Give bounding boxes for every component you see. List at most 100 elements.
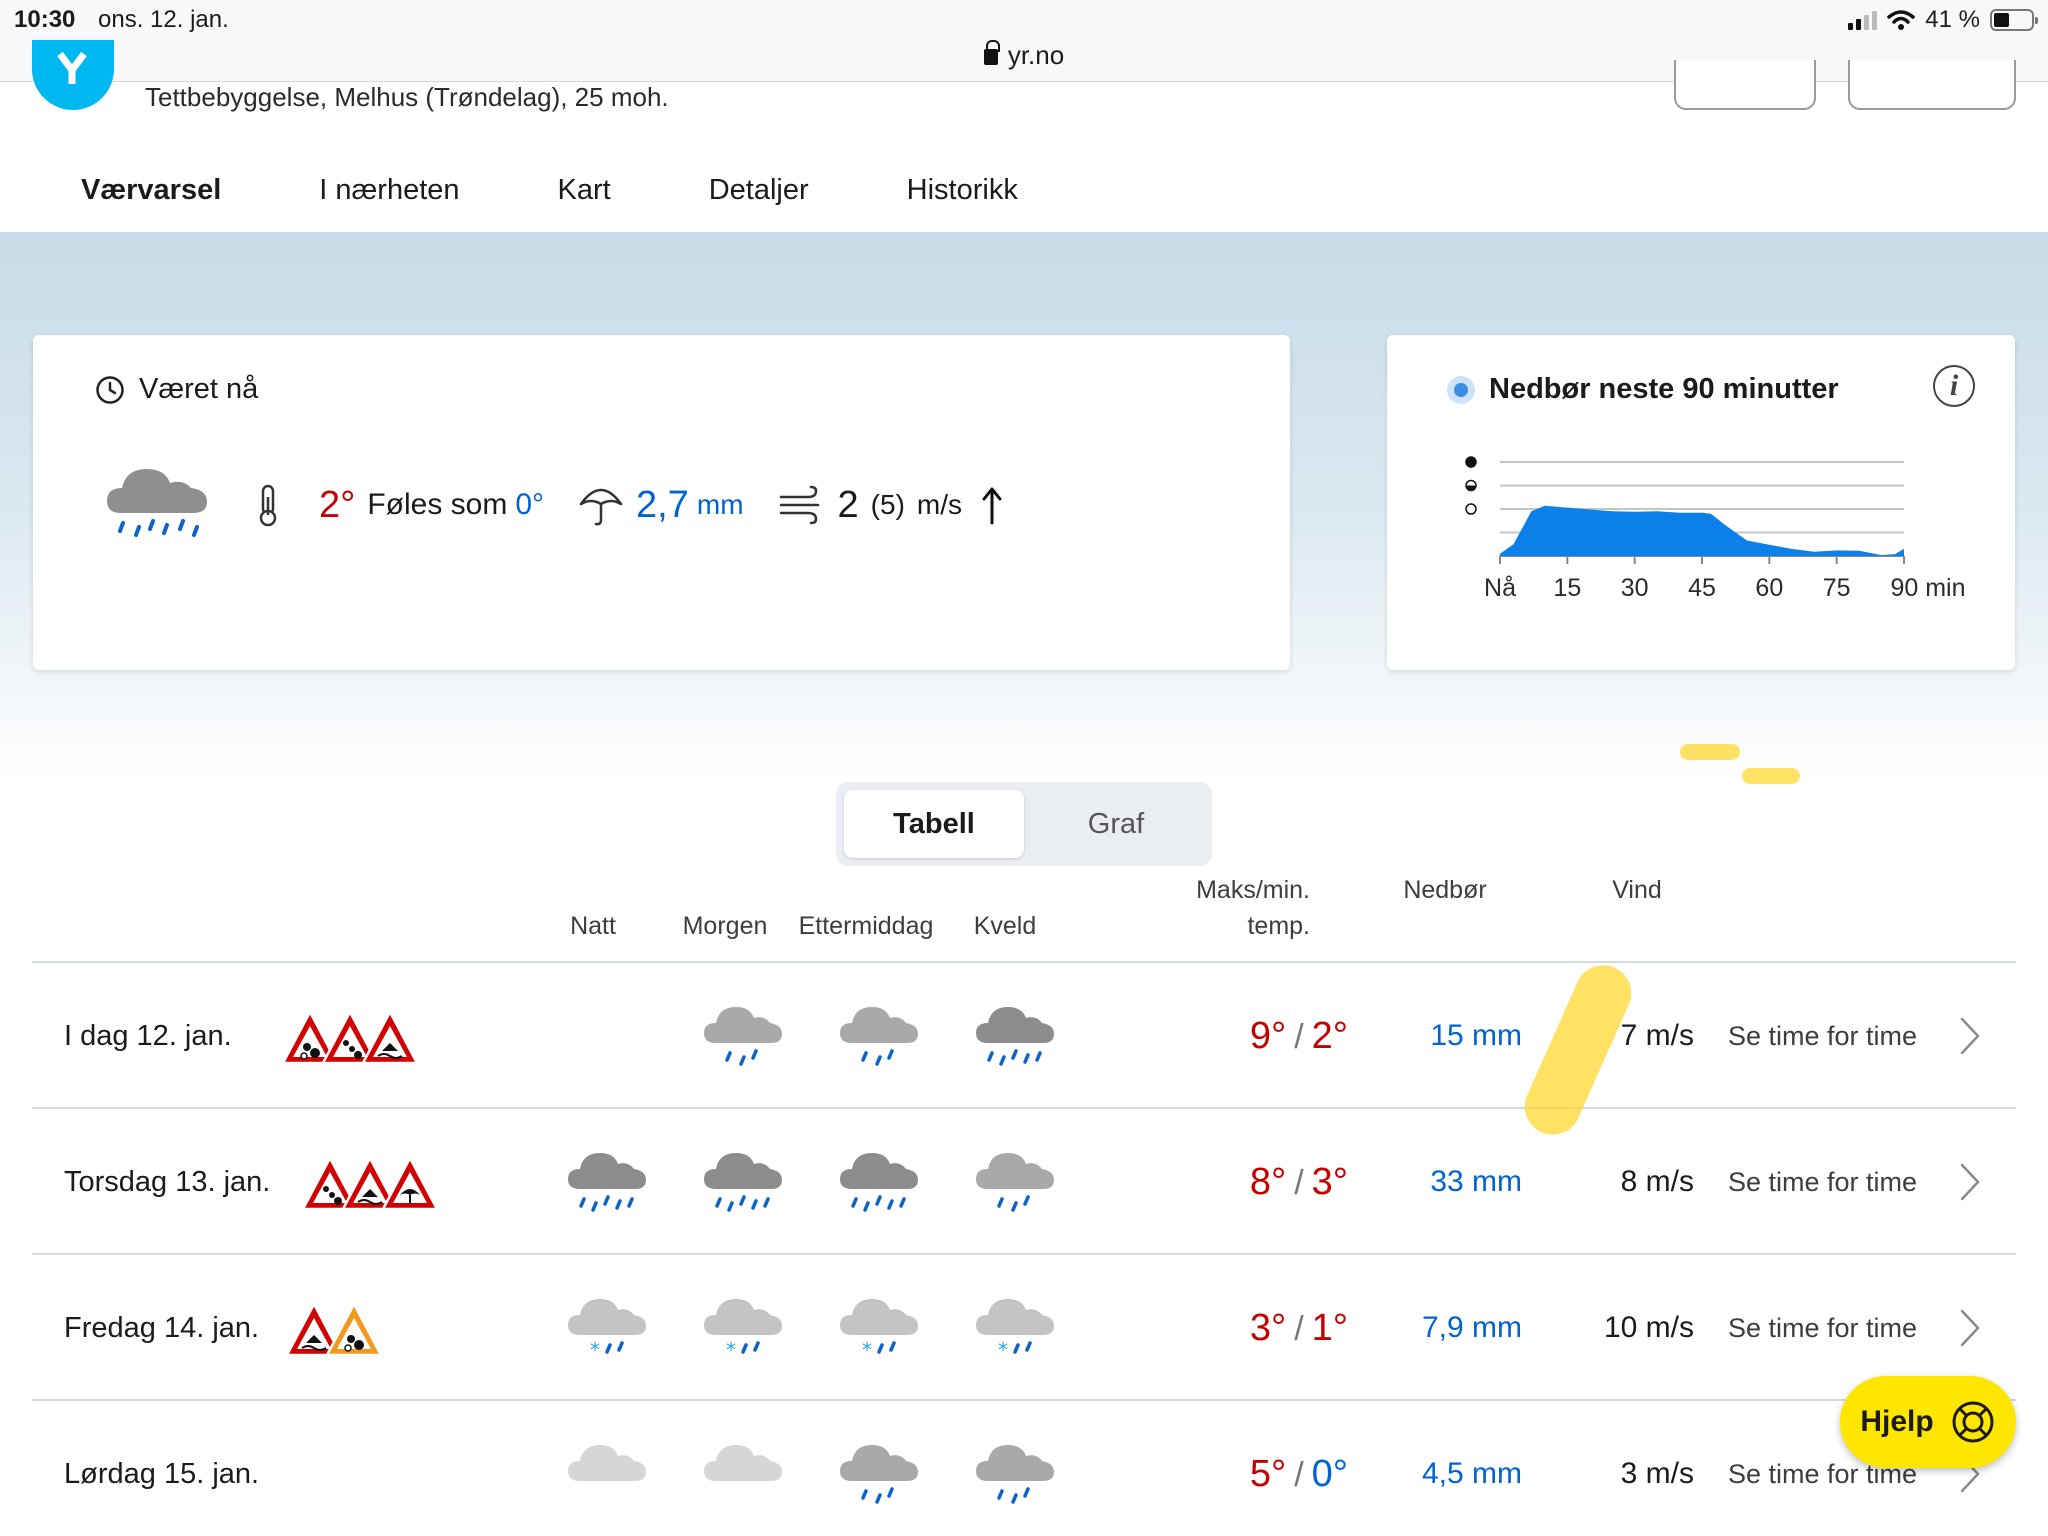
min-temp: 0° <box>1311 1453 1348 1495</box>
warning-icons[interactable] <box>284 1301 384 1361</box>
light-rain-icon <box>834 1437 924 1517</box>
forecast-row[interactable]: Lørdag 15. jan. 5°/0° 4,5 mm 3 m/s Se time f… <box>32 1399 2016 1536</box>
wind-icon <box>779 485 819 525</box>
hourly-link[interactable]: Se time for time <box>1728 963 1917 1109</box>
forecast-row[interactable]: Fredag 14. jan. * * * * 3°/1° 7,9 mm 10 m/s Se t… <box>32 1253 2016 1399</box>
landslide-warning-icon <box>325 1302 383 1357</box>
precipitation-amount: 4,5 mm <box>1421 1457 1522 1490</box>
day-label: Fredag 14. jan. <box>64 1312 260 1344</box>
toggle-graf[interactable]: Graf <box>1028 790 1204 858</box>
header-button-edit[interactable] <box>1674 60 1816 110</box>
cloud-icon <box>562 1437 652 1517</box>
wind-speed: 8 m/s <box>1620 1165 1694 1198</box>
temp-separator: / <box>1294 1018 1304 1056</box>
lock-icon <box>983 40 1000 65</box>
heavy-rain-cloud-icon <box>107 469 207 537</box>
forecast-row[interactable]: I dag 12. jan. 9°/2° 15 mm 7 m/s Se time for… <box>32 961 2016 1107</box>
current-weather-card: Været nå 2° Føles som 0° 2,7 mm 2 (5) m/… <box>33 335 1290 670</box>
yr-logo[interactable] <box>32 40 114 110</box>
max-min-temp: 5°/0° <box>1088 1401 1348 1536</box>
x-tick-label: 30 <box>1621 574 1649 602</box>
light-rain-icon <box>698 999 788 1079</box>
precipitation-unit: mm <box>696 489 744 520</box>
status-time: 10:30 <box>14 6 76 33</box>
drop-moderate-icon <box>1465 479 1477 492</box>
col-header-ettermiddag: Ettermiddag <box>798 912 934 940</box>
max-min-temp: 3°/1° <box>1088 1255 1348 1401</box>
cellular-signal-icon <box>1848 10 1878 30</box>
help-label: Hjelp <box>1860 1405 1934 1438</box>
x-tick-label: 75 <box>1823 574 1851 602</box>
wind-speed: 2 <box>837 483 859 526</box>
min-temp: 1° <box>1311 1307 1348 1349</box>
status-date: ons. 12. jan. <box>98 6 229 33</box>
sleet-icon: * <box>562 1291 652 1371</box>
x-tick-label: 45 <box>1688 574 1716 602</box>
address-url: yr.no <box>1007 40 1065 70</box>
max-temp: 8° <box>1249 1161 1287 1203</box>
temp-separator: / <box>1294 1310 1304 1348</box>
feels-like-value: 0° <box>515 488 545 521</box>
min-temp: 2° <box>1311 1015 1348 1057</box>
tab-historikk[interactable]: Historikk <box>858 150 1067 238</box>
forecast-row[interactable]: Torsdag 13. jan. 8°/3° 33 mm 8 m/s Se time f… <box>32 1107 2016 1253</box>
chevron-right-icon[interactable] <box>1954 1305 1984 1351</box>
tab-i-naerheten[interactable]: I nærheten <box>270 150 508 238</box>
drop-heavy-icon <box>1465 456 1477 468</box>
wind-unit: m/s <box>916 489 963 520</box>
highlighter-mark <box>1742 768 1800 784</box>
heavy-rain-icon <box>834 1145 924 1225</box>
precipitation-area <box>1500 505 1904 556</box>
nowcast-chart: Nå 15 30 45 60 75 90 min <box>1465 456 1966 602</box>
day-label: Torsdag 13. jan. <box>64 1166 271 1198</box>
light-rain-icon <box>970 1437 1060 1517</box>
precipitation-amount: 7,9 mm <box>1421 1311 1522 1344</box>
help-button[interactable]: Hjelp <box>1840 1376 2016 1468</box>
max-temp: 9° <box>1249 1015 1287 1057</box>
warning-icons[interactable] <box>300 1155 440 1215</box>
day-label: Lørdag 15. jan. <box>64 1458 260 1490</box>
svg-text:*: * <box>590 1338 600 1362</box>
x-tick-label: 15 <box>1553 574 1581 602</box>
warning-icons[interactable] <box>280 1009 420 1069</box>
empty-period <box>562 999 652 1079</box>
header-button-more[interactable] <box>1848 60 2016 110</box>
lifebuoy-icon <box>1952 1401 1994 1443</box>
toggle-tabell[interactable]: Tabell <box>844 790 1024 858</box>
chevron-right-icon[interactable] <box>1954 1159 1984 1205</box>
x-tick-label: Nå <box>1484 574 1516 602</box>
nowcast-card[interactable]: Nedbør neste 90 minutter i Nå 15 30 45 60 75 9… <box>1387 335 2015 670</box>
col-header-vind: Vind <box>1612 876 1662 904</box>
temp-separator: / <box>1294 1456 1304 1494</box>
max-min-temp: 9°/2° <box>1088 963 1348 1109</box>
thermometer-icon <box>259 484 277 527</box>
tab-detaljer[interactable]: Detaljer <box>660 150 858 238</box>
col-header-temp-line2: temp. <box>1247 912 1310 940</box>
tab-varvarsel[interactable]: Værvarsel <box>32 150 271 238</box>
max-min-temp: 8°/3° <box>1088 1109 1348 1255</box>
precipitation-amount: 15 mm <box>1430 1019 1522 1052</box>
hourly-link[interactable]: Se time for time <box>1728 1109 1917 1255</box>
main-tabs: Værvarsel I nærheten Kart Detaljer Histo… <box>0 150 2048 238</box>
col-header-morgen: Morgen <box>682 912 768 940</box>
warning-icons[interactable] <box>284 1447 304 1507</box>
current-temperature: 2° <box>319 483 356 526</box>
wind-speed: 3 m/s <box>1620 1457 1694 1490</box>
highlighter-mark <box>1680 744 1740 760</box>
chevron-right-icon[interactable] <box>1954 1013 1984 1059</box>
day-label: I dag 12. jan. <box>64 1020 232 1052</box>
max-temp: 5° <box>1249 1453 1287 1495</box>
tab-kart[interactable]: Kart <box>509 150 660 238</box>
current-weather-values: 2° Føles som 0° 2,7 mm 2 (5) m/s <box>103 455 1004 555</box>
wind-speed: 10 m/s <box>1603 1311 1694 1344</box>
wind-direction-arrow-icon <box>982 487 1002 525</box>
clock-icon <box>96 375 124 404</box>
svg-text:*: * <box>998 1338 1008 1362</box>
battery-icon <box>1990 9 2038 31</box>
x-tick-label: 60 <box>1755 574 1783 602</box>
x-tick-label: 90 min <box>1890 574 1965 602</box>
heavy-rain-icon <box>562 1145 652 1225</box>
current-weather-title: Været nå <box>139 373 259 405</box>
heavy-rain-icon <box>970 999 1060 1079</box>
min-temp: 3° <box>1311 1161 1348 1203</box>
